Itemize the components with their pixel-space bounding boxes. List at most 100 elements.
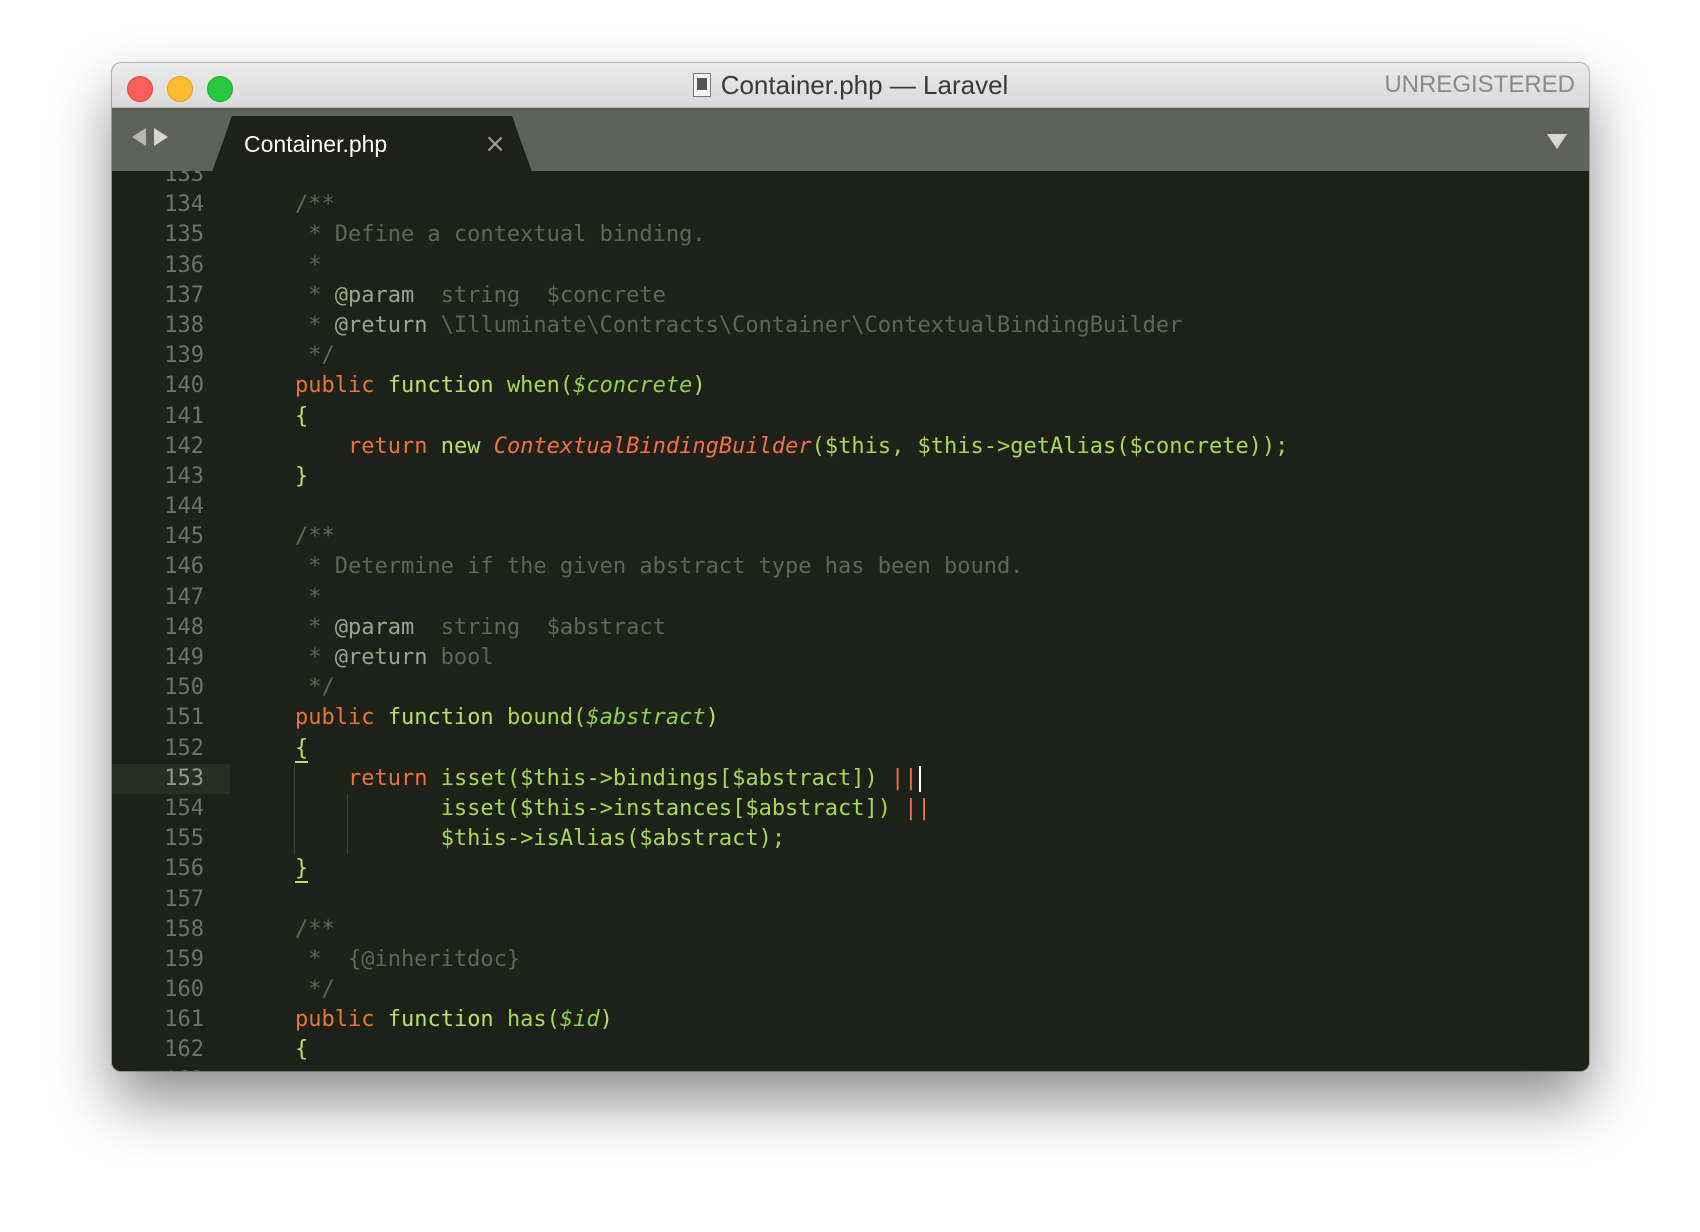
line-number: 158	[164, 916, 204, 942]
indent-guide	[347, 824, 348, 855]
tab-bar: Container.php ×	[112, 108, 1589, 172]
doc-tag: @param	[334, 282, 415, 308]
line-number: 152	[164, 735, 204, 761]
code-line: * @return bool	[242, 643, 1589, 673]
code-line: }	[242, 462, 1589, 492]
code-line: {	[242, 402, 1589, 432]
brace: }	[294, 463, 309, 489]
doc-comment: /**	[242, 192, 335, 218]
code-line: * Determine if the given abstract type h…	[242, 552, 1589, 582]
code-line-active: return isset($this->bindings[$abstract])…	[242, 763, 1589, 794]
function-name: when(	[506, 373, 574, 399]
code-line: *	[242, 583, 1589, 613]
code-line: {	[242, 734, 1589, 764]
doc-comment: bool	[427, 645, 494, 670]
doc-comment: string $abstract	[414, 614, 666, 640]
title-bar: Container.php — Laravel UNREGISTERED	[112, 63, 1589, 108]
line-number: 144	[164, 494, 204, 520]
parameter: $concrete	[573, 373, 693, 399]
doc-comment: \Illuminate\Contracts\Container\Contextu…	[427, 312, 1183, 338]
tab-label: Container.php	[244, 131, 388, 157]
code-line: * {@inheritdoc}	[242, 945, 1589, 975]
editor-window: Container.php — Laravel UNREGISTERED Con…	[112, 63, 1589, 1071]
code-line: $this->isAlias($abstract);	[242, 824, 1589, 855]
line-number: 150	[164, 675, 204, 701]
line-number-gutter: 133 134 135 136 137 138 139 140 141 142 …	[112, 171, 230, 1071]
keyword: public	[294, 705, 375, 731]
doc-comment: */	[242, 675, 335, 701]
doc-comment: * {@inheritdoc}	[242, 946, 521, 972]
keyword-function: function	[387, 1007, 494, 1033]
doc-tag: @param	[334, 614, 415, 640]
line-number: 147	[164, 584, 204, 610]
keyword-new: new	[440, 433, 481, 459]
line-number: 137	[164, 282, 204, 308]
doc-comment: /**	[242, 524, 335, 550]
keyword: return	[347, 765, 428, 791]
window-title: Container.php — Laravel	[720, 69, 1009, 100]
matched-brace: {	[294, 735, 309, 763]
line-number: 136	[164, 252, 204, 278]
keyword: public	[294, 1007, 375, 1033]
code-editor[interactable]: 133 134 135 136 137 138 139 140 141 142 …	[112, 171, 1589, 1071]
doc-comment: */	[242, 977, 335, 1003]
keyword-function: function	[387, 373, 494, 399]
function-name: bound(	[506, 705, 587, 731]
expression: $this->isAlias($abstract);	[440, 826, 786, 852]
code-line: */	[242, 341, 1589, 371]
text-cursor	[918, 765, 921, 792]
line-number: 151	[164, 705, 204, 731]
line-number: 146	[164, 554, 204, 580]
punctuation: )	[599, 1007, 613, 1033]
doc-comment: * Determine if the given abstract type h…	[242, 554, 1024, 580]
operator: ||	[904, 795, 931, 821]
indent-guide	[294, 793, 295, 825]
line-number: 140	[164, 373, 204, 399]
expression: isset($this->bindings[$abstract])	[440, 765, 878, 791]
doc-tag: @return	[334, 312, 428, 338]
keyword-function: function	[387, 705, 494, 731]
code-line: /**	[242, 190, 1589, 220]
doc-comment: *	[242, 282, 335, 308]
line-number: 156	[164, 856, 204, 882]
line-number: 163	[112, 1066, 230, 1071]
code-line: public function when($concrete)	[242, 371, 1589, 401]
matched-brace: }	[294, 856, 309, 884]
line-number: 161	[164, 1007, 204, 1033]
line-number: 141	[164, 403, 204, 429]
code-line: * Define a contextual binding.	[242, 220, 1589, 250]
parameter: $id	[559, 1007, 600, 1033]
expression: isset($this->instances[$abstract])	[440, 795, 892, 821]
code-line: return new ContextualBindingBuilder($thi…	[242, 432, 1589, 462]
line-number: 157	[164, 886, 204, 912]
line-number: 162	[164, 1037, 204, 1063]
indent-guide	[294, 824, 295, 855]
doc-comment: *	[242, 252, 322, 278]
parameter: $abstract	[586, 705, 706, 731]
doc-comment: string $concrete	[414, 282, 666, 308]
tab-container-php[interactable]: Container.php ×	[212, 116, 532, 172]
line-number: 138	[164, 312, 204, 338]
line-number: 149	[164, 645, 204, 670]
code-line: /**	[242, 522, 1589, 552]
doc-tag: @return	[334, 645, 428, 670]
code-line: /**	[242, 915, 1589, 945]
doc-comment: /**	[242, 916, 335, 942]
code-line: }	[242, 854, 1589, 884]
brace: {	[294, 403, 309, 429]
indent-guide	[294, 763, 295, 794]
line-number: 143	[164, 463, 204, 489]
code-line: public function has($id)	[242, 1005, 1589, 1035]
tab-dropdown-icon[interactable]	[1547, 134, 1567, 149]
tab-close-icon[interactable]: ×	[484, 129, 506, 159]
line-number-active: 153	[112, 763, 230, 794]
back-arrow-icon[interactable]	[132, 128, 146, 146]
line-number: 155	[164, 826, 204, 852]
function-name: has(	[506, 1007, 560, 1033]
code-area[interactable]: /** * Define a contextual binding. * * @…	[242, 171, 1589, 1071]
registration-status: UNREGISTERED	[1384, 71, 1575, 98]
line-number: 159	[164, 946, 204, 972]
forward-arrow-icon[interactable]	[154, 128, 168, 146]
